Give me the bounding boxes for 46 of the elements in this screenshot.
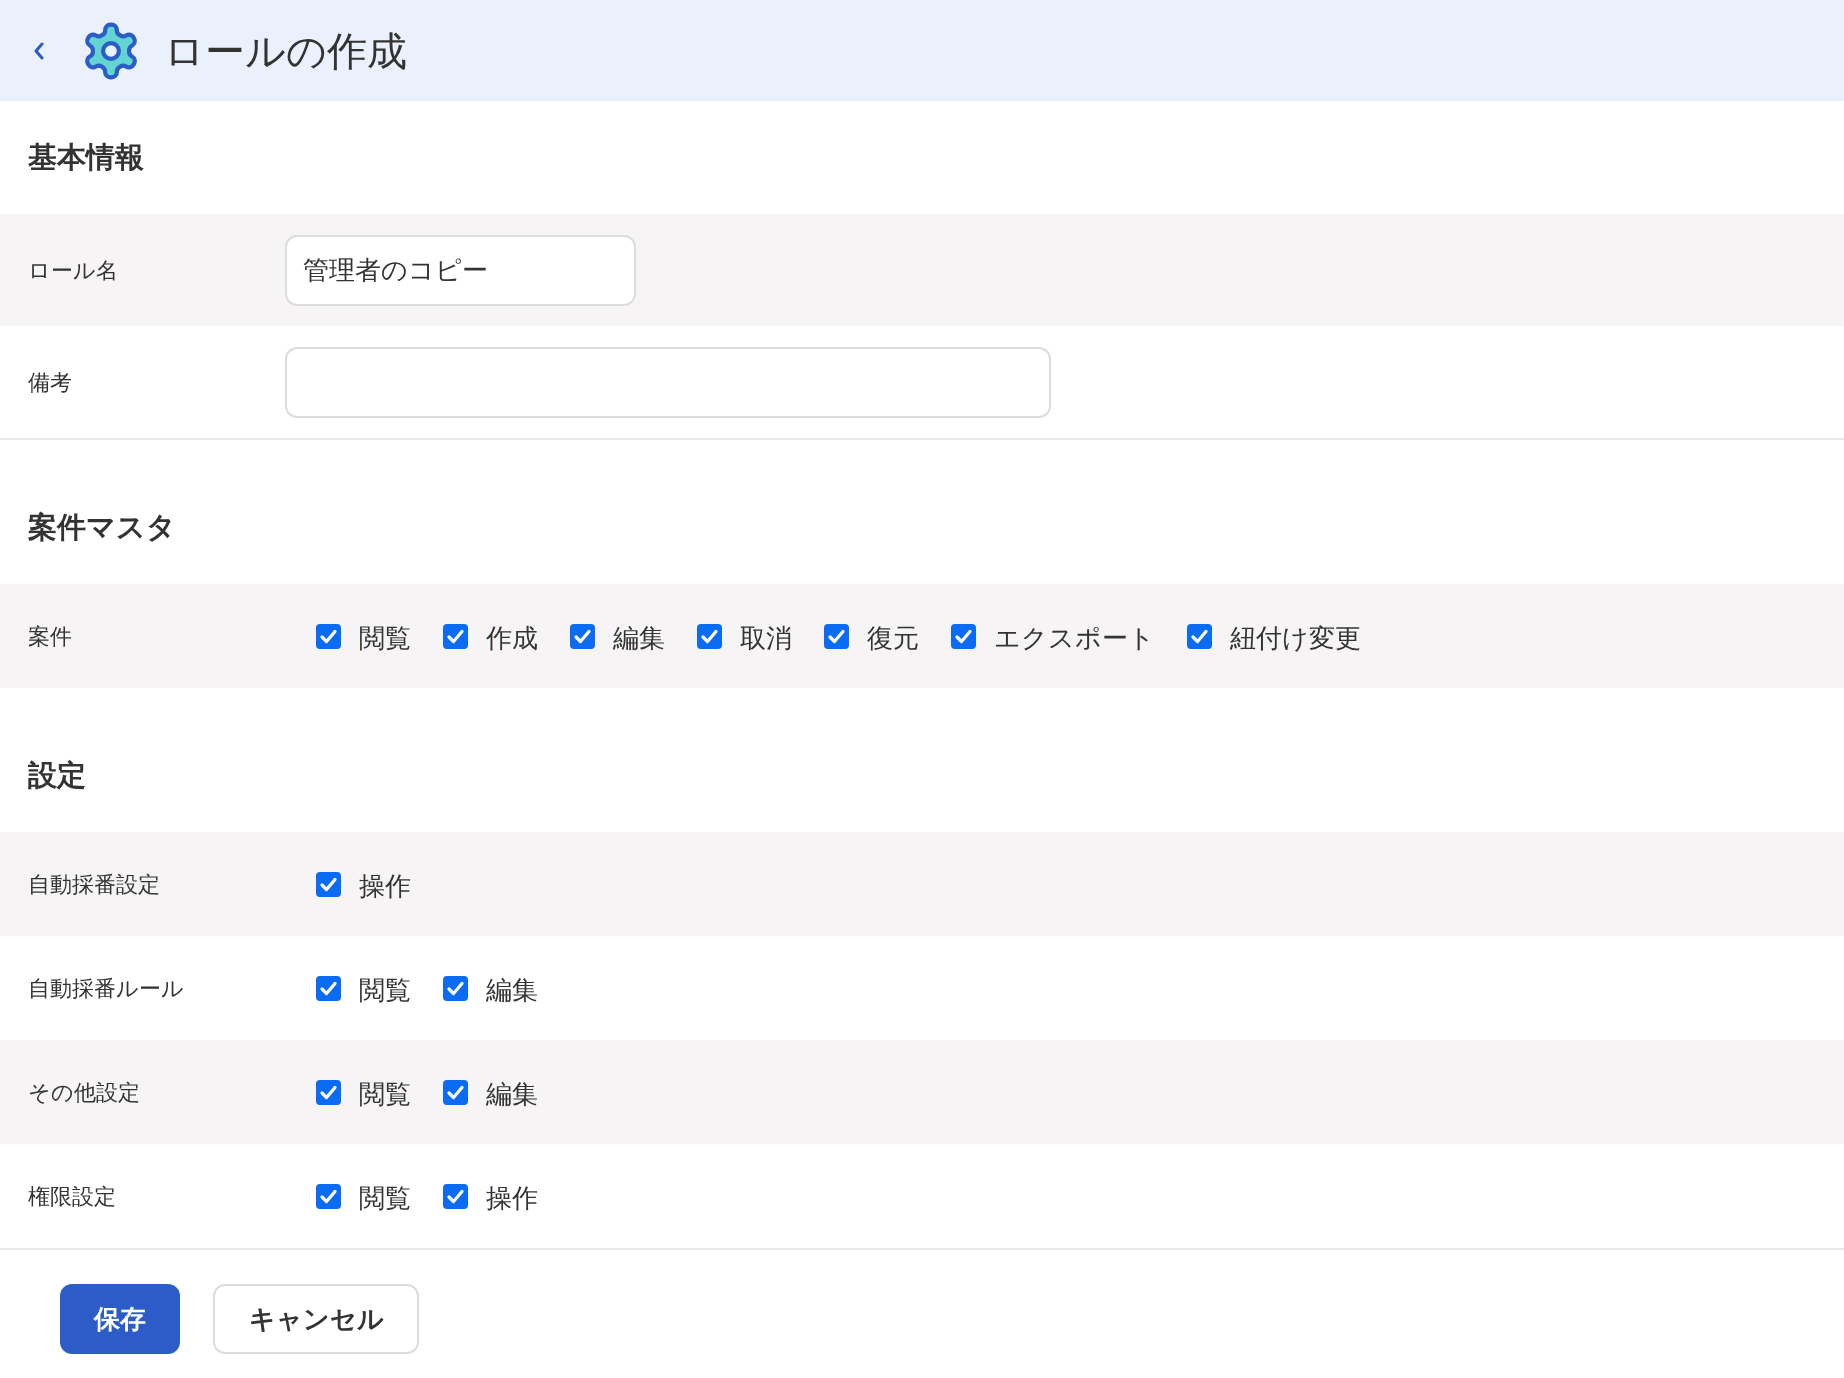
checkbox-label: 作成 [486,622,538,651]
section-title: 基本情報 [28,139,144,175]
field-label: 案件 [28,623,72,649]
input-field[interactable]: 管理者のコピー [285,234,636,306]
checkbox[interactable] [443,975,468,1001]
checkbox[interactable] [1187,623,1212,649]
checkbox-label: 取消 [740,622,792,651]
field-label: その他設定 [28,1079,140,1105]
checkbox-label: 操作 [359,870,411,899]
field-label: 権限設定 [28,1183,116,1209]
checkbox-label: 復元 [867,622,919,651]
field-label: 自動採番ルール [28,975,184,1001]
checkbox-label: 閲覧 [359,1078,411,1107]
checkbox-label: 操作 [486,1182,538,1211]
checkbox[interactable] [443,1183,468,1209]
checkbox[interactable] [316,1079,341,1105]
checkbox[interactable] [316,975,341,1001]
checkbox-label: エクスポート [994,622,1155,651]
checkbox-label: 閲覧 [359,974,411,1003]
section-title: 設定 [28,757,86,793]
checkbox-label: 閲覧 [359,1182,411,1211]
checkbox[interactable] [697,623,722,649]
checkbox-label: 閲覧 [359,622,411,651]
checkbox[interactable] [570,623,595,649]
input-field[interactable] [285,346,1051,418]
checkbox[interactable] [316,623,341,649]
checkbox-label: 編集 [486,974,538,1003]
checkbox[interactable] [443,1079,468,1105]
checkbox-label: 編集 [486,1078,538,1107]
save-button[interactable]: 保存 [60,1284,180,1354]
checkbox[interactable] [443,623,468,649]
cancel-button[interactable]: キャンセル [213,1284,419,1354]
chevron-left-icon [33,41,45,60]
checkbox-label: 編集 [613,622,665,651]
checkbox-label: 紐付け変更 [1230,622,1361,651]
checkbox[interactable] [951,623,976,649]
field-label: 自動採番設定 [28,871,160,897]
section-title: 案件マスタ [28,509,176,545]
checkbox[interactable] [824,623,849,649]
field-label: ロール名 [28,257,118,283]
back-button[interactable] [32,40,46,61]
checkbox[interactable] [316,871,341,897]
page-title: ロールの作成 [164,27,407,75]
gear-icon [82,21,140,80]
field-label: 備考 [28,369,72,395]
checkbox[interactable] [316,1183,341,1209]
